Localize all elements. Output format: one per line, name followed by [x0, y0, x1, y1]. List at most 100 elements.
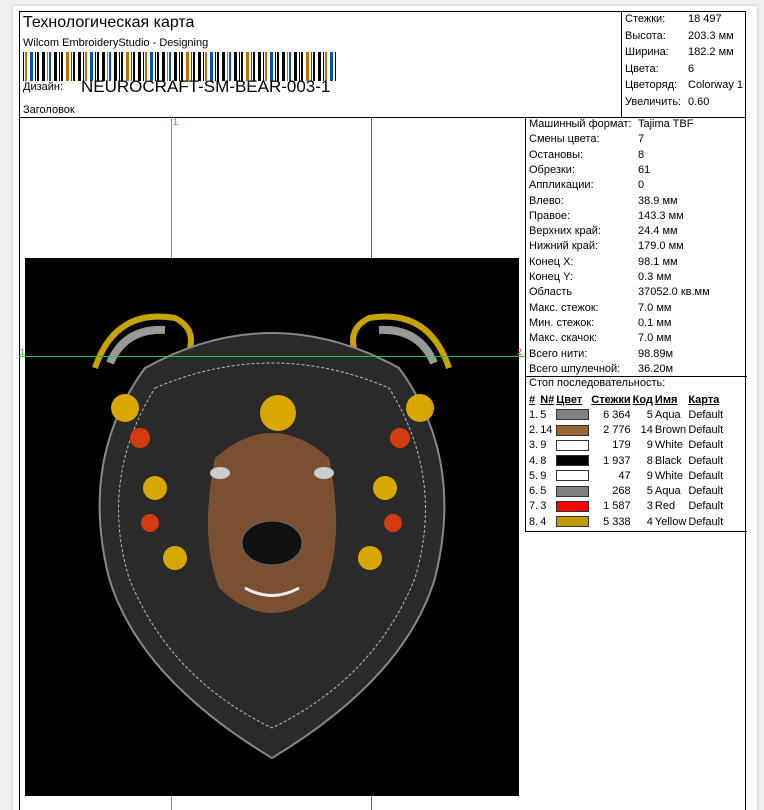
stat-value: 61 [638, 163, 651, 176]
stop-sequence: Стоп последовательность: # N# Цвет Стежки Ко… [525, 376, 747, 532]
color-code: 8 [646, 454, 653, 467]
stat-label: Машинный формат: [529, 118, 632, 130]
stop-sequence-table: # N# Цвет Стежки Код Имя Карта 1. 5 6 364 5 Aqua De… [528, 392, 724, 529]
stop-sequence-title: Стоп последовательность: [529, 377, 666, 389]
row-index: 1. [529, 408, 539, 421]
row-index: 2. [529, 423, 539, 436]
guide-label-right: 2 [517, 347, 523, 357]
column-header: N# [540, 393, 555, 406]
stat-value: 98.1 мм [638, 255, 678, 268]
color-code: 9 [646, 439, 653, 452]
stat-label: Стежки: [625, 13, 666, 25]
chart-name: Default [688, 500, 724, 513]
color-name: Black [654, 454, 682, 467]
stat-label: Увеличить: [625, 95, 682, 108]
color-code: 5 [646, 485, 653, 498]
stat-value: 24.4 мм [638, 225, 678, 238]
production-worksheet: Технологическая карта Wilcom EmbroideryS… [0, 0, 764, 810]
barcode-bar [42, 52, 45, 81]
row-index: 6. [529, 485, 539, 498]
needle-number: 14 [540, 423, 553, 436]
guide-label-left: 1 [20, 347, 26, 357]
stat-value: 7 [638, 133, 645, 146]
sequence-row[interactable]: 6. 5 268 5 Aqua Default [528, 483, 724, 498]
color-code: 4 [646, 515, 653, 528]
guide-horizontal-green[interactable] [19, 356, 525, 357]
stat-label: Правое: [529, 209, 571, 222]
column-header: Код [632, 393, 653, 406]
needle-number: 9 [540, 469, 547, 482]
stat-label: Мин. стежок: [529, 316, 595, 329]
sequence-row[interactable]: 7. 3 1 587 3 Red Default [528, 499, 724, 514]
stat-label: Влево: [529, 194, 564, 207]
column-header: # [529, 393, 536, 406]
chart-name: Default [688, 515, 724, 528]
sequence-row[interactable]: 2. 14 2 776 14 Brown Default [528, 422, 724, 437]
needle-number: 5 [540, 408, 547, 421]
stat-label: Нижний край: [529, 240, 599, 253]
stat-label: Смены цвета: [529, 133, 600, 146]
color-name: Yellow [654, 515, 687, 528]
barcode-bar [35, 52, 36, 81]
color-swatch [555, 438, 590, 453]
stat-value: 6 [688, 62, 695, 75]
stat-value: 143.3 мм [638, 209, 684, 222]
chart-name: Default [688, 454, 724, 467]
color-code: 3 [646, 500, 653, 513]
stat-label: Цвета: [625, 62, 659, 75]
sequence-row[interactable]: 1. 5 6 364 5 Aqua Default [528, 407, 724, 422]
color-swatch [555, 483, 590, 498]
color-name: Red [654, 500, 676, 513]
barcode-bar [73, 52, 75, 81]
stitch-count: 47 [618, 469, 631, 482]
column-header: Цвет [556, 393, 583, 406]
stat-label: Всего нити: [529, 347, 588, 360]
barcode-bar [23, 52, 24, 81]
barcode-bar [59, 52, 60, 81]
needle-number: 9 [540, 439, 547, 452]
barcode-bar [330, 52, 333, 81]
stat-value: 0.60 [688, 95, 710, 108]
chart-name: Default [688, 408, 724, 421]
stat-value: 36.20м [638, 362, 674, 375]
summary-stats: Стежки: 18 497 Высота: 203.3 мм Ширина: 182.2… [621, 11, 747, 117]
stat-value: Tajima TBF [638, 118, 694, 130]
color-name: White [654, 439, 684, 452]
design-statistics: Машинный формат: Tajima TBF Смены цвета: 7 О… [525, 117, 747, 377]
stat-label: Макс. скачок: [529, 332, 598, 345]
color-name: Aqua [654, 408, 681, 421]
sequence-row[interactable]: 4. 8 1 937 8 Black Default [528, 453, 724, 468]
stat-label: Аппликации: [529, 179, 594, 192]
column-header: Имя [654, 393, 678, 406]
stat-label: Высота: [625, 29, 666, 42]
sequence-row[interactable]: 5. 9 47 9 White Default [528, 468, 724, 483]
row-index: 8. [529, 515, 539, 528]
stat-value: 0 [638, 179, 645, 192]
heading-label: Заголовок [23, 104, 75, 116]
design-name: NEUROCRAFT-SM-BEAR-003-1 [81, 77, 331, 96]
stat-label: Конец Y: [529, 271, 573, 283]
stat-value: 0.1 мм [638, 316, 672, 329]
barcode-bar [66, 52, 69, 81]
guide-label: 1 [173, 117, 179, 127]
color-name: Aqua [654, 485, 681, 498]
stat-value: 7.0 мм [638, 332, 672, 345]
row-index: 3. [529, 439, 539, 452]
barcode-bar [25, 52, 27, 81]
sequence-row[interactable]: 8. 4 5 338 4 Yellow Default [528, 514, 724, 529]
stat-value: 38.9 мм [638, 194, 678, 207]
stat-label: Конец X: [529, 255, 574, 268]
stat-label: Ширина: [625, 46, 669, 58]
barcode-bar [37, 52, 39, 81]
stitch-count: 2 776 [603, 423, 631, 436]
stat-value: 7.0 мм [638, 301, 672, 314]
stat-label: Всего шпулечной: [529, 362, 621, 375]
sequence-row[interactable]: 3. 9 179 9 White Default [528, 438, 724, 453]
chart-name: Default [688, 423, 724, 436]
stat-value: 182.2 мм [688, 46, 734, 58]
header: Технологическая карта Wilcom EmbroideryS… [19, 11, 746, 118]
stat-value: 8 [638, 148, 645, 161]
color-swatch [555, 407, 590, 422]
stat-value: 179.0 мм [638, 240, 684, 253]
stat-value: 37052.0 кв.мм [638, 286, 710, 299]
